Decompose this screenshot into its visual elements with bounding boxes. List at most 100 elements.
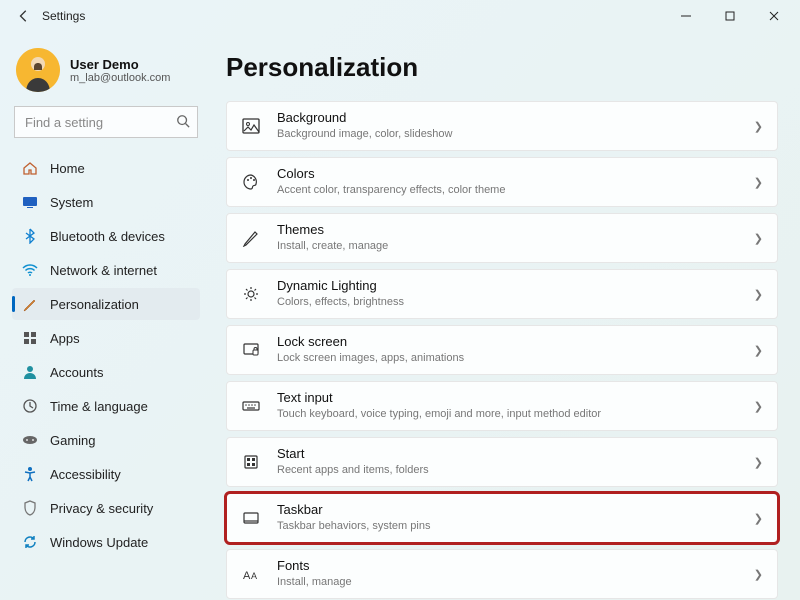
sidebar-item-accessibility[interactable]: Accessibility [12,458,200,490]
search-wrap [14,106,198,138]
card-fonts[interactable]: AA Fonts Install, manage ❯ [226,549,778,599]
card-sub: Lock screen images, apps, animations [277,351,464,365]
paintbrush-icon [22,296,38,312]
sidebar-item-home[interactable]: Home [12,152,200,184]
card-colors[interactable]: Colors Accent color, transparency effect… [226,157,778,207]
card-title: Text input [277,390,601,407]
card-title: Fonts [277,558,352,575]
chevron-right-icon: ❯ [754,568,763,581]
card-title: Start [277,446,429,463]
sidebar-item-system[interactable]: System [12,186,200,218]
sidebar-item-label: Privacy & security [50,501,153,516]
content: Personalization Background Background im… [208,32,800,600]
search-icon[interactable] [176,114,190,128]
page-title: Personalization [226,52,778,83]
sidebar-item-apps[interactable]: Apps [12,322,200,354]
accessibility-icon [22,466,38,482]
card-text: Themes Install, create, manage [277,222,388,253]
maximize-button[interactable] [708,0,752,32]
clock-icon [22,398,38,414]
card-background[interactable]: Background Background image, color, slid… [226,101,778,151]
sidebar-item-label: Accounts [50,365,103,380]
card-dynamic-lighting[interactable]: Dynamic Lighting Colors, effects, bright… [226,269,778,319]
close-button[interactable] [752,0,796,32]
card-taskbar[interactable]: Taskbar Taskbar behaviors, system pins ❯ [226,493,778,543]
user-email: m_lab@outlook.com [70,72,170,84]
minimize-button[interactable] [664,0,708,32]
sidebar-item-label: Network & internet [50,263,157,278]
chevron-right-icon: ❯ [754,400,763,413]
svg-text:A: A [243,570,251,582]
sidebar-item-accounts[interactable]: Accounts [12,356,200,388]
bluetooth-icon [22,228,38,244]
chevron-right-icon: ❯ [754,288,763,301]
card-title: Themes [277,222,388,239]
card-text: Fonts Install, manage [277,558,352,589]
card-text: Taskbar Taskbar behaviors, system pins [277,502,430,533]
sidebar-item-label: Gaming [50,433,96,448]
titlebar-left: Settings [4,8,85,24]
lock-screen-icon [241,340,261,360]
svg-text:A: A [251,571,257,581]
sidebar-item-gaming[interactable]: Gaming [12,424,200,456]
card-title: Dynamic Lighting [277,278,404,295]
chevron-right-icon: ❯ [754,512,763,525]
sidebar-item-label: Apps [50,331,80,346]
gaming-icon [22,432,38,448]
card-text: Colors Accent color, transparency effect… [277,166,505,197]
card-sub: Install, create, manage [277,239,388,253]
user-name: User Demo [70,57,170,72]
card-list: Background Background image, color, slid… [226,101,778,599]
picture-icon [241,116,261,136]
sidebar-item-label: System [50,195,93,210]
card-text: Text input Touch keyboard, voice typing,… [277,390,601,421]
card-title: Lock screen [277,334,464,351]
sidebar-item-privacy[interactable]: Privacy & security [12,492,200,524]
sidebar-item-personalization[interactable]: Personalization [12,288,200,320]
sidebar-item-label: Home [50,161,85,176]
card-text: Dynamic Lighting Colors, effects, bright… [277,278,404,309]
sidebar-item-time-language[interactable]: Time & language [12,390,200,422]
card-title: Background [277,110,452,127]
sidebar-item-label: Windows Update [50,535,148,550]
card-sub: Colors, effects, brightness [277,295,404,309]
user-info: User Demo m_lab@outlook.com [70,57,170,84]
card-text-input[interactable]: Text input Touch keyboard, voice typing,… [226,381,778,431]
chevron-right-icon: ❯ [754,176,763,189]
keyboard-icon [241,396,261,416]
chevron-right-icon: ❯ [754,120,763,133]
card-text: Background Background image, color, slid… [277,110,452,141]
user-block[interactable]: User Demo m_lab@outlook.com [12,42,200,106]
card-sub: Touch keyboard, voice typing, emoji and … [277,407,601,421]
sidebar-item-network[interactable]: Network & internet [12,254,200,286]
card-title: Colors [277,166,505,183]
card-lock-screen[interactable]: Lock screen Lock screen images, apps, an… [226,325,778,375]
card-title: Taskbar [277,502,430,519]
chevron-right-icon: ❯ [754,456,763,469]
chevron-right-icon: ❯ [754,232,763,245]
taskbar-icon [241,508,261,528]
gear-sparkle-icon [241,284,261,304]
sidebar-item-label: Personalization [50,297,139,312]
sidebar-item-bluetooth[interactable]: Bluetooth & devices [12,220,200,252]
app-title: Settings [42,9,85,23]
card-sub: Install, manage [277,575,352,589]
sidebar-item-label: Bluetooth & devices [50,229,165,244]
back-button[interactable] [16,8,32,24]
wifi-icon [22,262,38,278]
start-icon [241,452,261,472]
system-icon [22,194,38,210]
home-icon [22,160,38,176]
person-icon [22,364,38,380]
card-themes[interactable]: Themes Install, create, manage ❯ [226,213,778,263]
card-start[interactable]: Start Recent apps and items, folders ❯ [226,437,778,487]
nav: Home System Bluetooth & devices Network … [12,152,200,558]
shield-icon [22,500,38,516]
sidebar-item-label: Accessibility [50,467,121,482]
sidebar-item-update[interactable]: Windows Update [12,526,200,558]
window-controls [664,0,796,32]
brush-icon [241,228,261,248]
palette-icon [241,172,261,192]
search-input[interactable] [14,106,198,138]
apps-icon [22,330,38,346]
